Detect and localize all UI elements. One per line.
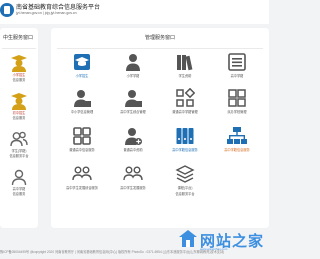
primary-enrollment-tile[interactable]: 小学招生 信息服务 [0,54,38,82]
tile-label: 初中招生 [12,111,26,115]
site-header: 南省基础教育综合信息服务平台 jyt.henan.gov.cn | jcjy.j… [0,0,269,24]
private-school-mgmt-tile[interactable]: 民办学校管理 [215,88,259,114]
blocks-icon [227,88,247,108]
divider [2,48,36,49]
tile-label: 民办学校管理 [227,110,247,114]
management-service-title: 管理服务窗口 [144,35,175,41]
tile-label: 高中学生发展综合服务 [66,186,98,190]
tile-sublabel: 信息服务平台 [175,192,195,196]
tile-label: 高中学籍信息服务 [224,148,250,152]
diamond-grid-icon [175,87,196,108]
high-school-roll-service-alt-tile[interactable]: 高中学籍信息服务 [215,126,259,152]
student-development-service-tile[interactable]: 高中学生发展综合服务 [60,164,104,190]
school-info-mgmt-tile[interactable]: 中小学信息管理 [60,88,104,114]
high-school-aid-tile[interactable]: 普通高中资助 [111,126,155,152]
tile-label: 高中学生综合管理 [120,110,146,114]
watermark-logo: 网站之家 www.wangzhan.com [178,229,264,251]
people-icon [123,164,143,184]
high-school-records-mgmt-tile[interactable]: 高中学籍 [215,52,259,78]
student-development-tile[interactable]: 高中学生发展服务 [111,164,155,190]
user-outline-icon [10,168,28,186]
site-url: jyt.henan.gov.cn | jcjy.jyt.henan.gov.cn [16,11,77,15]
tile-label: 信息服务 [12,78,26,82]
person-badge-icon [72,88,92,108]
site-title[interactable]: 南省基础教育综合信息服务平台 [16,2,100,11]
tile-label: 小学学籍 [126,74,140,78]
graduate-person-icon [10,92,28,110]
network-icon [227,126,247,146]
student-service-title: 中生服务窗口 [3,35,34,41]
person-icon [123,52,143,72]
grid-icon [72,126,92,146]
tile-label: 学生资助 [178,74,192,78]
tile-label: 课程(平台) [177,186,193,190]
users-outline-icon [10,130,28,148]
stack-icon [175,164,195,184]
footer: 豫ICP备05004495号 @copyright 2020 河南省教育厅 | … [0,250,225,254]
tile-label: 信息服务平台 [9,154,29,158]
primary-enrollment-mgmt-tile[interactable]: 小学招生 [60,52,104,78]
tile-label: 高中学籍 [12,187,26,191]
tile-label: 普通高中资助 [123,148,143,152]
tile-label: 普通高中信息服务 [69,148,95,152]
watermark-icon [179,230,197,247]
list-icon [227,52,247,72]
management-service-panel: 管理服务窗口 小学招生 小学学籍 学生资助 高中学籍 中小学信息管理 高中学生综… [51,28,269,228]
graduate-person-icon [10,54,28,72]
tile-label: 高中学生发展服务 [120,186,146,190]
tile-label: 学生(学籍) [11,149,27,153]
primary-records-mgmt-tile[interactable]: 小学学籍 [111,52,155,78]
student-overall-mgmt-tile[interactable]: 高中学生综合管理 [111,88,155,114]
student-aid-tile[interactable]: 学生资助 [163,52,207,78]
tile-label: 小学招生 [12,73,26,77]
tile-label: 信息服务 [12,192,26,196]
curriculum-platform-tile[interactable]: 课程(平台) 信息服务平台 [163,164,207,196]
people-icon [72,164,92,184]
tile-label: 信息服务 [12,116,26,120]
divider [57,48,263,49]
tile-label: 小学招生 [75,74,89,78]
books-icon [175,52,195,72]
high-school-roll-service-tile[interactable]: 高中学籍信息服务 [163,126,207,152]
tile-label: 高中学籍信息服务 [172,148,198,152]
tile-label: 高中学籍 [230,74,244,78]
person-plus-icon [123,126,143,146]
site-logo-icon[interactable] [0,3,14,17]
tile-label: 普通高中学籍管理 [172,110,198,114]
student-service-panel: 中生服务窗口 小学招生 信息服务 初中招生 信息服务 学生(学籍) 信息服务平台… [0,28,38,228]
tile-label: 中小学信息管理 [70,110,94,114]
binders-icon [175,126,195,146]
high-school-info-service-tile[interactable]: 普通高中信息服务 [60,126,104,152]
graduation-cap-icon [72,52,92,72]
middle-enrollment-tile[interactable]: 初中招生 信息服务 [0,92,38,120]
person-badge-icon [123,88,143,108]
high-school-roll-mgmt-tile[interactable]: 普通高中学籍管理 [163,87,207,114]
student-records-tile[interactable]: 学生(学籍) 信息服务平台 [0,130,38,158]
high-school-records-tile[interactable]: 高中学籍 信息服务 [0,168,38,196]
